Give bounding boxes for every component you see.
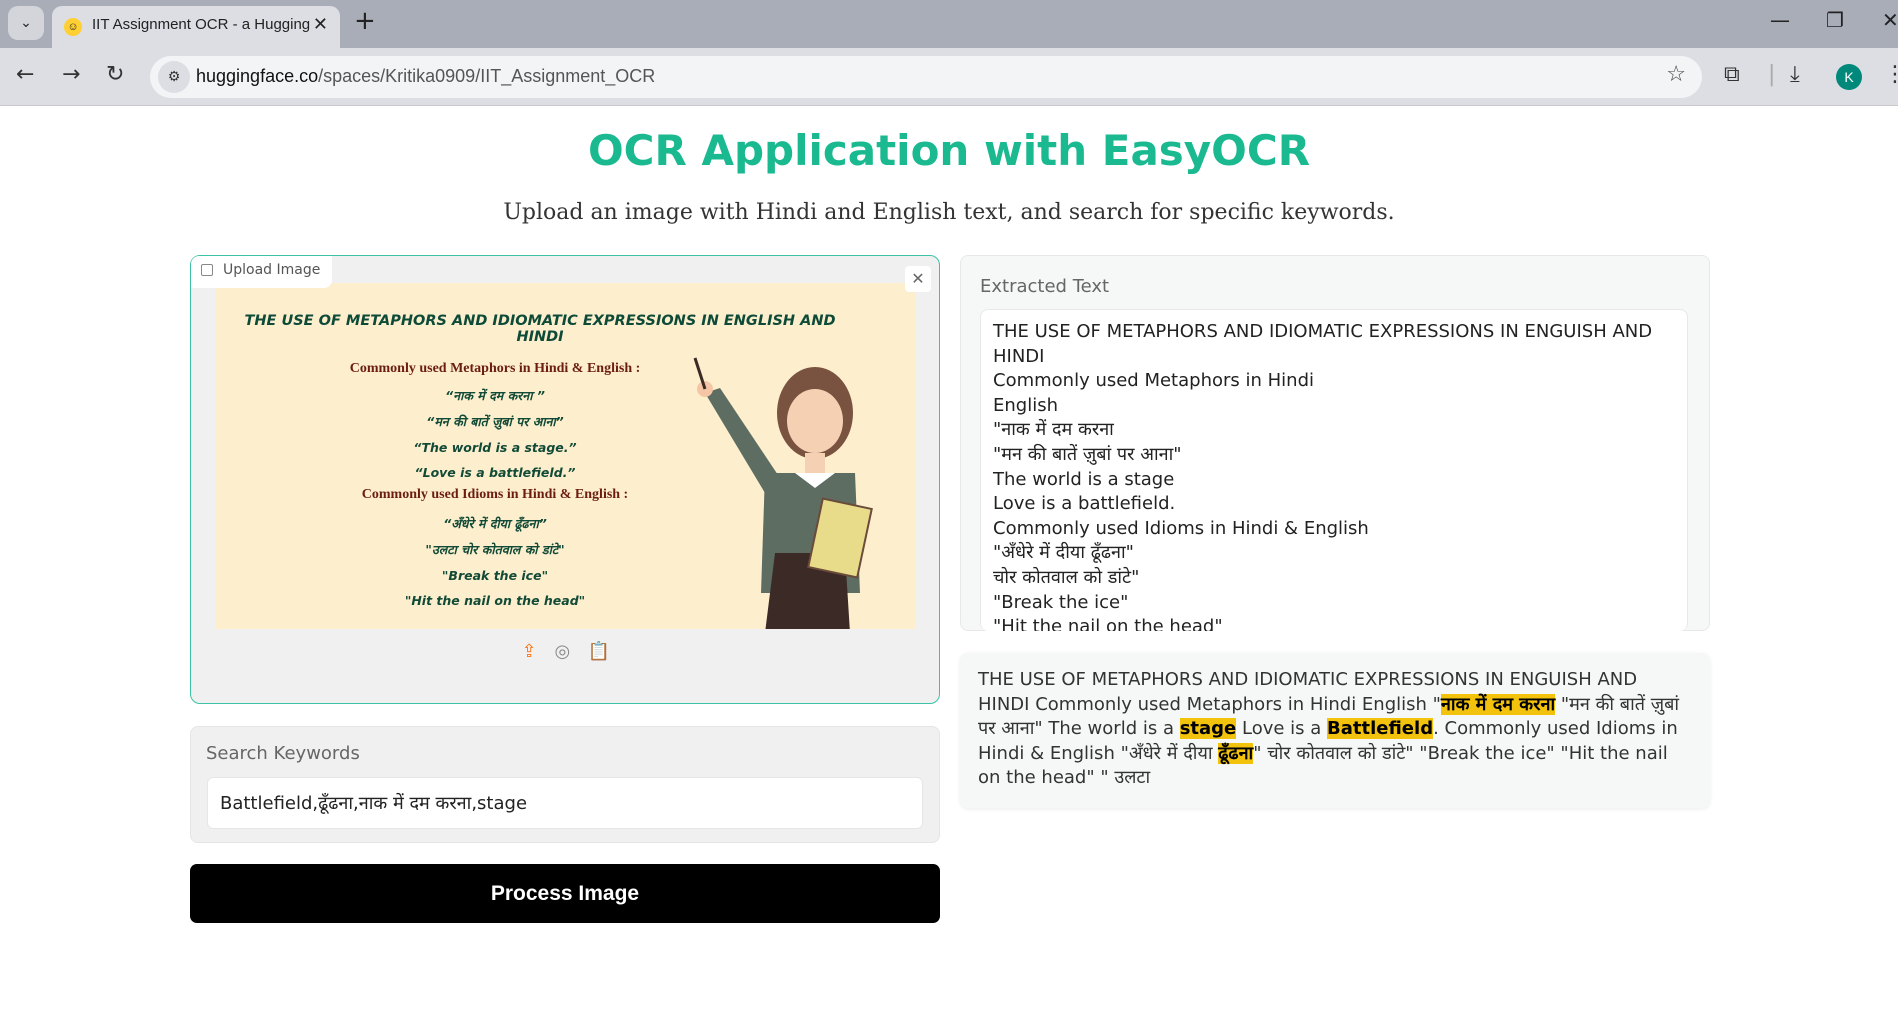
close-tab-icon[interactable]: ✕ [313, 14, 328, 35]
minimize-icon[interactable]: — [1770, 8, 1790, 32]
webcam-icon[interactable]: ◎ [554, 641, 570, 662]
download-icon[interactable]: ⤓ [1790, 62, 1800, 87]
page-subtitle: Upload an image with Hindi and English t… [503, 200, 1395, 225]
keyword-highlight: ढूँढना [1218, 742, 1254, 764]
menu-icon[interactable]: ⋮ [1884, 62, 1898, 87]
search-keywords-input[interactable]: Battlefield,ढूँढना,नाक में दम करना,stage [207, 777, 923, 829]
upload-label-text: Upload Image [223, 262, 321, 278]
image-heading: THE USE OF METAPHORS AND IDIOMATIC EXPRE… [244, 313, 836, 345]
site-settings-icon[interactable]: ⚙ [158, 61, 190, 93]
upload-image-panel[interactable]: THE USE OF METAPHORS AND IDIOMATIC EXPRE… [190, 255, 940, 704]
huggingface-favicon-icon: ☺ [64, 18, 82, 36]
image-icon [201, 264, 213, 276]
process-image-button[interactable]: Process Image [190, 864, 940, 923]
extensions-icon[interactable]: ⧉ [1724, 62, 1740, 87]
extracted-text-area[interactable]: THE USE OF METAPHORS AND IDIOMATIC EXPRE… [980, 309, 1688, 631]
extracted-text-label: Extracted Text [980, 276, 1110, 297]
highlighted-text-output: THE USE OF METAPHORS AND IDIOMATIC EXPRE… [960, 653, 1710, 808]
tab-title: IIT Assignment OCR - a Hugging [92, 16, 311, 33]
tab-search-button[interactable]: ⌄ [8, 6, 44, 40]
url-domain: huggingface.co [196, 66, 319, 86]
clipboard-icon[interactable]: 📋 [588, 641, 610, 662]
upload-icon[interactable]: ⇪ [522, 641, 537, 662]
url-path: /spaces/Kritika0909/IIT_Assignment_OCR [318, 66, 656, 86]
search-keywords-label: Search Keywords [206, 743, 360, 764]
forward-icon[interactable]: → [62, 62, 80, 87]
browser-tab[interactable]: ☺ IIT Assignment OCR - a Hugging ✕ [52, 6, 340, 48]
address-bar[interactable]: ⚙ huggingface.co/spaces/Kritika0909/IIT_… [150, 56, 1702, 98]
url-text[interactable]: huggingface.co/spaces/Kritika0909/IIT_As… [196, 66, 655, 87]
upload-source-toolbar: ⇪ ◎ 📋 [191, 641, 941, 662]
reload-icon[interactable]: ↻ [106, 62, 124, 87]
keyword-highlight: Battlefield [1327, 718, 1434, 740]
text-segment: Love is a [1236, 718, 1328, 740]
close-window-icon[interactable]: ✕ [1882, 8, 1898, 32]
toolbar-divider: | [1768, 62, 1776, 87]
restore-icon[interactable]: ❐ [1826, 8, 1844, 32]
search-keywords-panel: Search Keywords Battlefield,ढूँढना,नाक म… [190, 726, 940, 843]
teacher-illustration [693, 357, 873, 629]
address-bar-row: ← → ↻ ⚙ huggingface.co/spaces/Kritika090… [0, 48, 1898, 106]
uploaded-image: THE USE OF METAPHORS AND IDIOMATIC EXPRE… [215, 283, 915, 629]
new-tab-button[interactable]: + [354, 6, 376, 36]
profile-avatar[interactable]: K [1836, 64, 1862, 90]
upload-image-label: Upload Image [191, 256, 333, 288]
keyword-highlight: stage [1179, 718, 1237, 740]
page-title: OCR Application with EasyOCR [587, 126, 1311, 175]
browser-tab-bar: ⌄ ☺ IIT Assignment OCR - a Hugging ✕ + —… [0, 0, 1898, 48]
bookmark-star-icon[interactable]: ☆ [1666, 62, 1686, 87]
back-icon[interactable]: ← [16, 62, 34, 87]
extracted-text-panel: Extracted Text THE USE OF METAPHORS AND … [960, 255, 1710, 631]
keyword-highlight: नाक में दम करना [1440, 693, 1556, 715]
clear-image-button[interactable]: ✕ [905, 266, 931, 292]
